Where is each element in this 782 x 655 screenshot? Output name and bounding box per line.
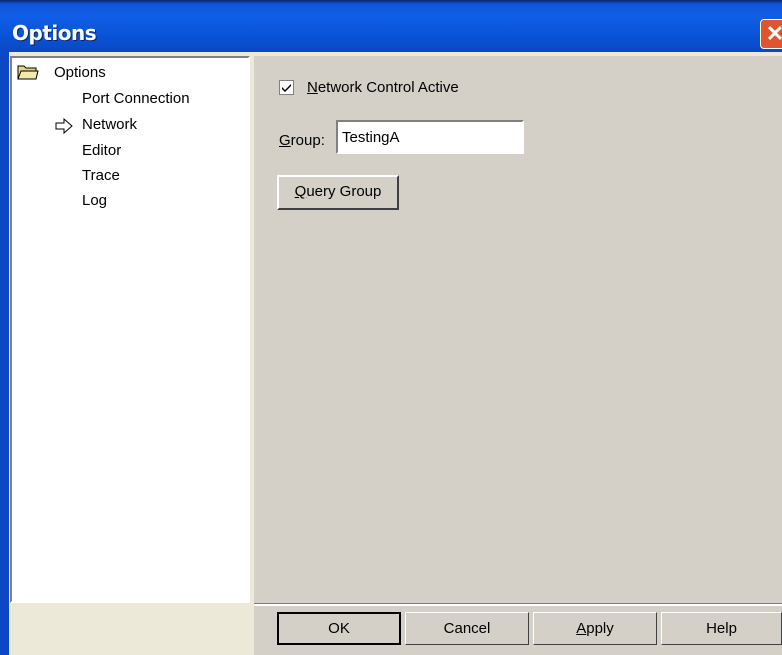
group-input[interactable] — [336, 120, 524, 154]
group-label: Group: — [279, 132, 325, 149]
query-group-button[interactable]: Query Group — [277, 175, 399, 210]
tree-item-log[interactable]: Log — [82, 192, 107, 209]
separator — [254, 603, 782, 606]
window-title: Options — [12, 21, 97, 45]
tree-item-network[interactable]: Network — [82, 116, 137, 133]
network-control-checkbox[interactable] — [279, 80, 294, 95]
close-button[interactable]: ✕ — [760, 19, 782, 49]
window-frame-left — [0, 52, 9, 655]
tree-item-trace[interactable]: Trace — [82, 167, 120, 184]
tree-item-options[interactable]: Options — [54, 64, 106, 81]
cancel-button[interactable]: Cancel — [405, 612, 529, 645]
tree-item-editor[interactable]: Editor — [82, 142, 121, 159]
arrow-right-icon — [55, 118, 73, 134]
ok-button[interactable]: OK — [277, 612, 401, 645]
network-control-label[interactable]: Network Control Active — [307, 79, 459, 96]
apply-button[interactable]: Apply — [533, 612, 657, 645]
help-button[interactable]: Help — [661, 612, 782, 645]
tree-item-port-connection[interactable]: Port Connection — [82, 90, 190, 107]
title-bar: Options ✕ — [0, 0, 782, 52]
checkmark-icon — [282, 84, 291, 92]
folder-icon — [17, 65, 39, 80]
close-icon: ✕ — [765, 21, 782, 46]
options-tree[interactable]: Options Port Connection Network Editor T… — [10, 56, 250, 603]
